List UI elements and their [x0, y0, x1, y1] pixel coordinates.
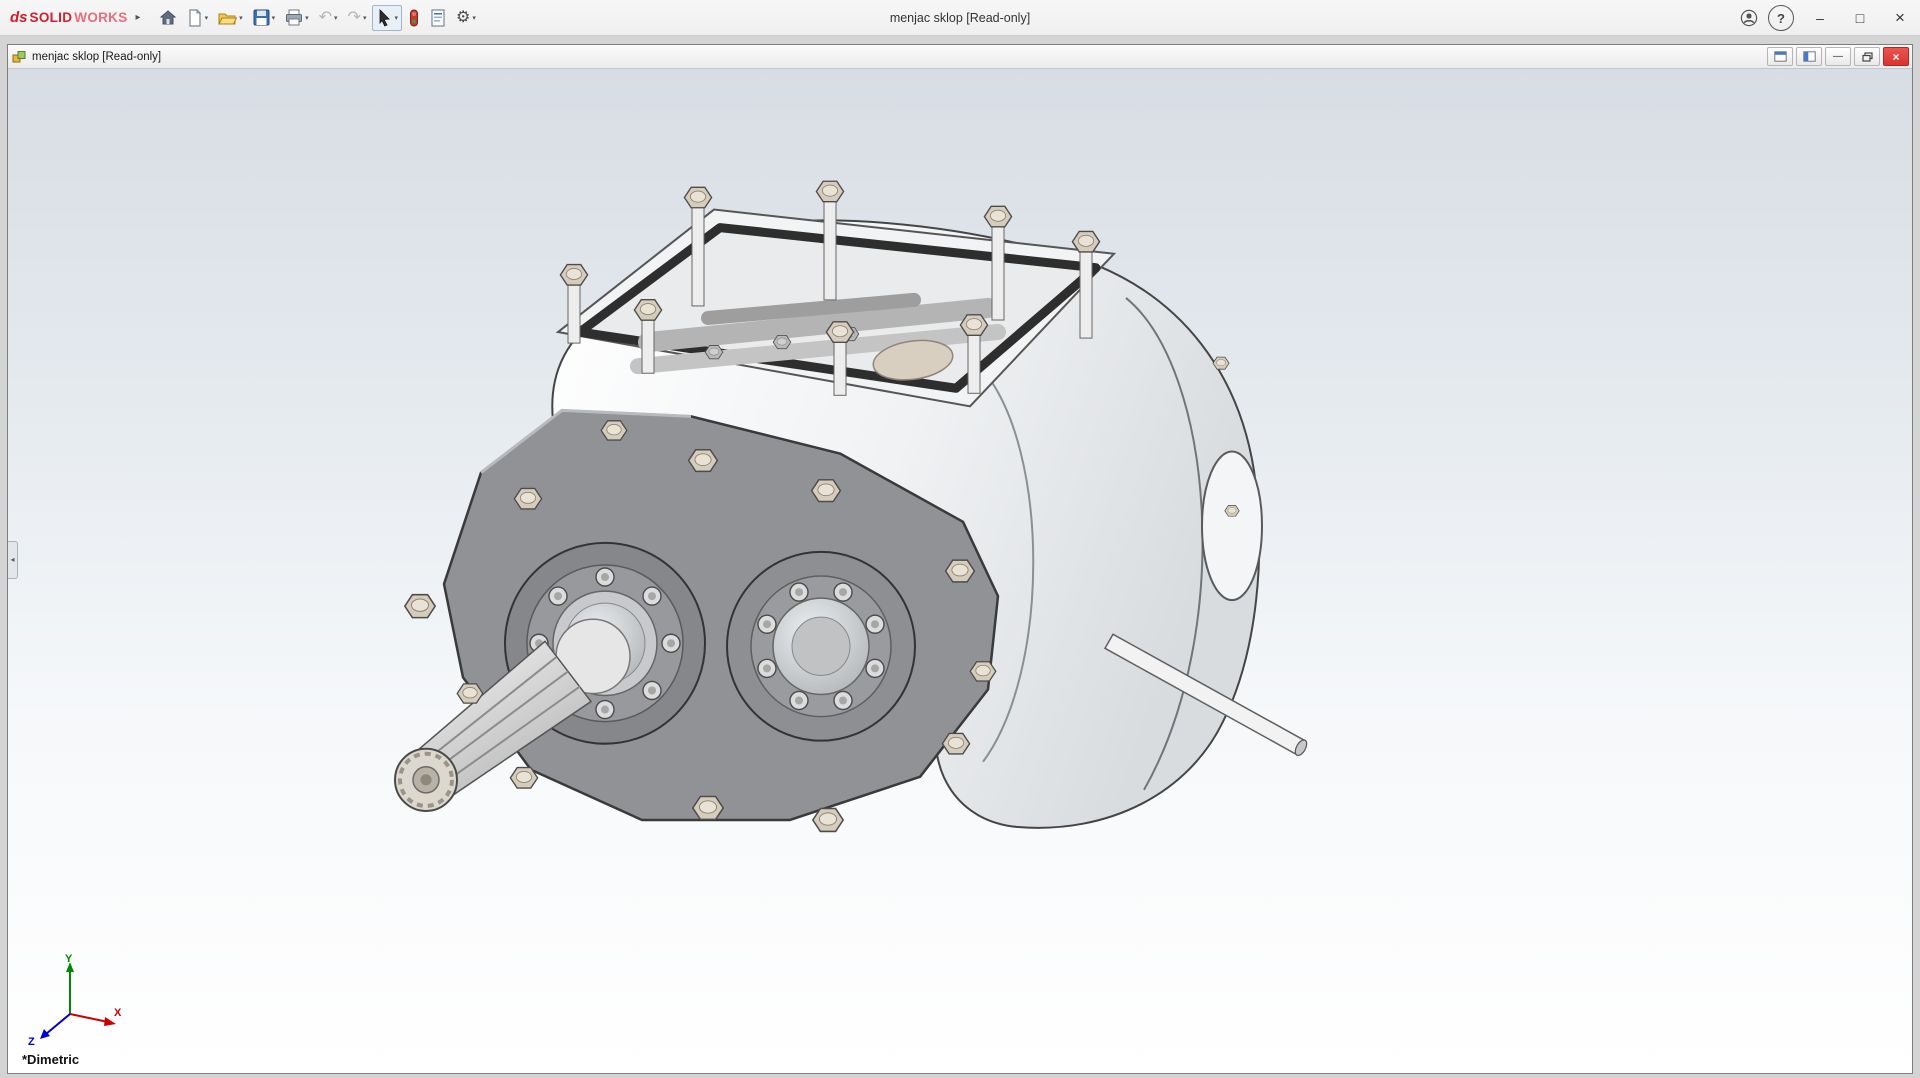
document-restore-button[interactable]: [1854, 47, 1880, 66]
solidworks-app: ds SOLID WORKS ▸ ▾ ▾ ▾ ▾ ↶ ▾ ↷ ▾ ▾ ⚙ ▾ m…: [0, 0, 1920, 1078]
document-window: menjac sklop [Read-only] — × ◂ Y X Z *Di…: [7, 44, 1913, 1074]
save-dropdown-icon[interactable]: ▾: [272, 14, 276, 22]
select-cursor-icon: [380, 8, 391, 27]
redo-icon: ↷: [347, 8, 361, 26]
open-button[interactable]: ▾: [214, 5, 247, 31]
app-titlebar: ds SOLID WORKS ▸ ▾ ▾ ▾ ▾ ↶ ▾ ↷ ▾ ▾ ⚙ ▾ m…: [0, 0, 1920, 36]
help-icon: ?: [1777, 10, 1785, 26]
brand-works-text: WORKS: [74, 10, 128, 25]
window-preview-icon-2: [1802, 51, 1816, 62]
file-properties-button[interactable]: [426, 5, 450, 31]
account-icon: [1740, 9, 1758, 27]
undo-icon: ↶: [318, 8, 333, 26]
select-dropdown-icon[interactable]: ▾: [394, 14, 398, 22]
triad-z-label: Z: [28, 1036, 35, 1047]
options-button[interactable]: ⚙ ▾: [452, 5, 480, 31]
app-close-button[interactable]: ×: [1880, 0, 1920, 36]
options-dropdown-icon[interactable]: ▾: [472, 14, 476, 22]
assembly-document-icon: [12, 50, 26, 62]
app-window-controls: ? – □ ×: [1736, 0, 1920, 36]
select-button[interactable]: ▾: [372, 4, 402, 31]
gearbox-3d-model[interactable]: [8, 69, 1912, 1073]
quick-access-toolbar: ▾ ▾ ▾ ▾ ↶ ▾ ↷ ▾ ▾ ⚙ ▾: [155, 4, 480, 31]
undo-dropdown-icon[interactable]: ▾: [334, 14, 338, 22]
orientation-triad[interactable]: Y X Z: [24, 952, 124, 1047]
window-preview-icon-1: [1773, 51, 1787, 62]
solidworks-logo: ds SOLID WORKS: [10, 9, 128, 26]
document-minimize-button[interactable]: —: [1825, 47, 1851, 66]
app-maximize-button[interactable]: □: [1840, 0, 1880, 36]
triad-x-label: X: [114, 1007, 122, 1019]
account-button[interactable]: [1736, 5, 1762, 31]
rebuild-icon: [409, 9, 418, 26]
new-document-dropdown-icon[interactable]: ▾: [205, 14, 209, 22]
secondary-hub[interactable]: [726, 550, 916, 742]
menu-expand-arrow-icon[interactable]: ▸: [136, 12, 141, 23]
print-button[interactable]: ▾: [281, 5, 313, 31]
document-window-controls: — ×: [1767, 47, 1909, 66]
home-icon: [159, 9, 176, 24]
graphics-viewport[interactable]: ◂ Y X Z *Dimetric: [8, 69, 1912, 1073]
document-close-button[interactable]: ×: [1883, 47, 1909, 66]
new-document-button[interactable]: ▾: [183, 5, 213, 31]
open-folder-icon: [218, 13, 238, 24]
redo-button[interactable]: ↷ ▾: [344, 5, 371, 31]
app-window-title: menjac sklop [Read-only]: [889, 11, 1031, 25]
triad-y-label: Y: [65, 953, 73, 965]
window-preview-button-2[interactable]: [1796, 47, 1822, 66]
bell-end-cap[interactable]: [1201, 450, 1263, 602]
restore-window-icon: [1861, 51, 1873, 62]
save-button[interactable]: ▾: [249, 5, 280, 31]
3ds-logo-icon: ds: [10, 9, 28, 26]
new-document-icon: [188, 8, 201, 27]
window-preview-button-1[interactable]: [1767, 47, 1793, 66]
save-icon: [253, 9, 270, 26]
document-titlebar[interactable]: menjac sklop [Read-only] — ×: [8, 45, 1912, 69]
redo-dropdown-icon[interactable]: ▾: [363, 14, 367, 22]
print-icon: [286, 9, 303, 26]
undo-button[interactable]: ↶ ▾: [315, 5, 342, 31]
help-button[interactable]: ?: [1768, 5, 1794, 31]
app-minimize-button[interactable]: –: [1800, 0, 1840, 36]
options-gear-icon: ⚙: [455, 8, 471, 26]
rebuild-button[interactable]: [404, 5, 424, 31]
home-button[interactable]: [155, 5, 181, 31]
print-dropdown-icon[interactable]: ▾: [305, 14, 309, 22]
view-orientation-label: *Dimetric: [22, 1052, 80, 1067]
file-properties-icon: [431, 8, 445, 27]
open-dropdown-icon[interactable]: ▾: [239, 14, 243, 22]
collapse-arrow-icon: ◂: [10, 555, 15, 565]
document-title: menjac sklop [Read-only]: [32, 50, 162, 63]
featuremanager-collapse-tab[interactable]: ◂: [8, 540, 18, 579]
brand-solid-text: SOLID: [29, 10, 73, 25]
